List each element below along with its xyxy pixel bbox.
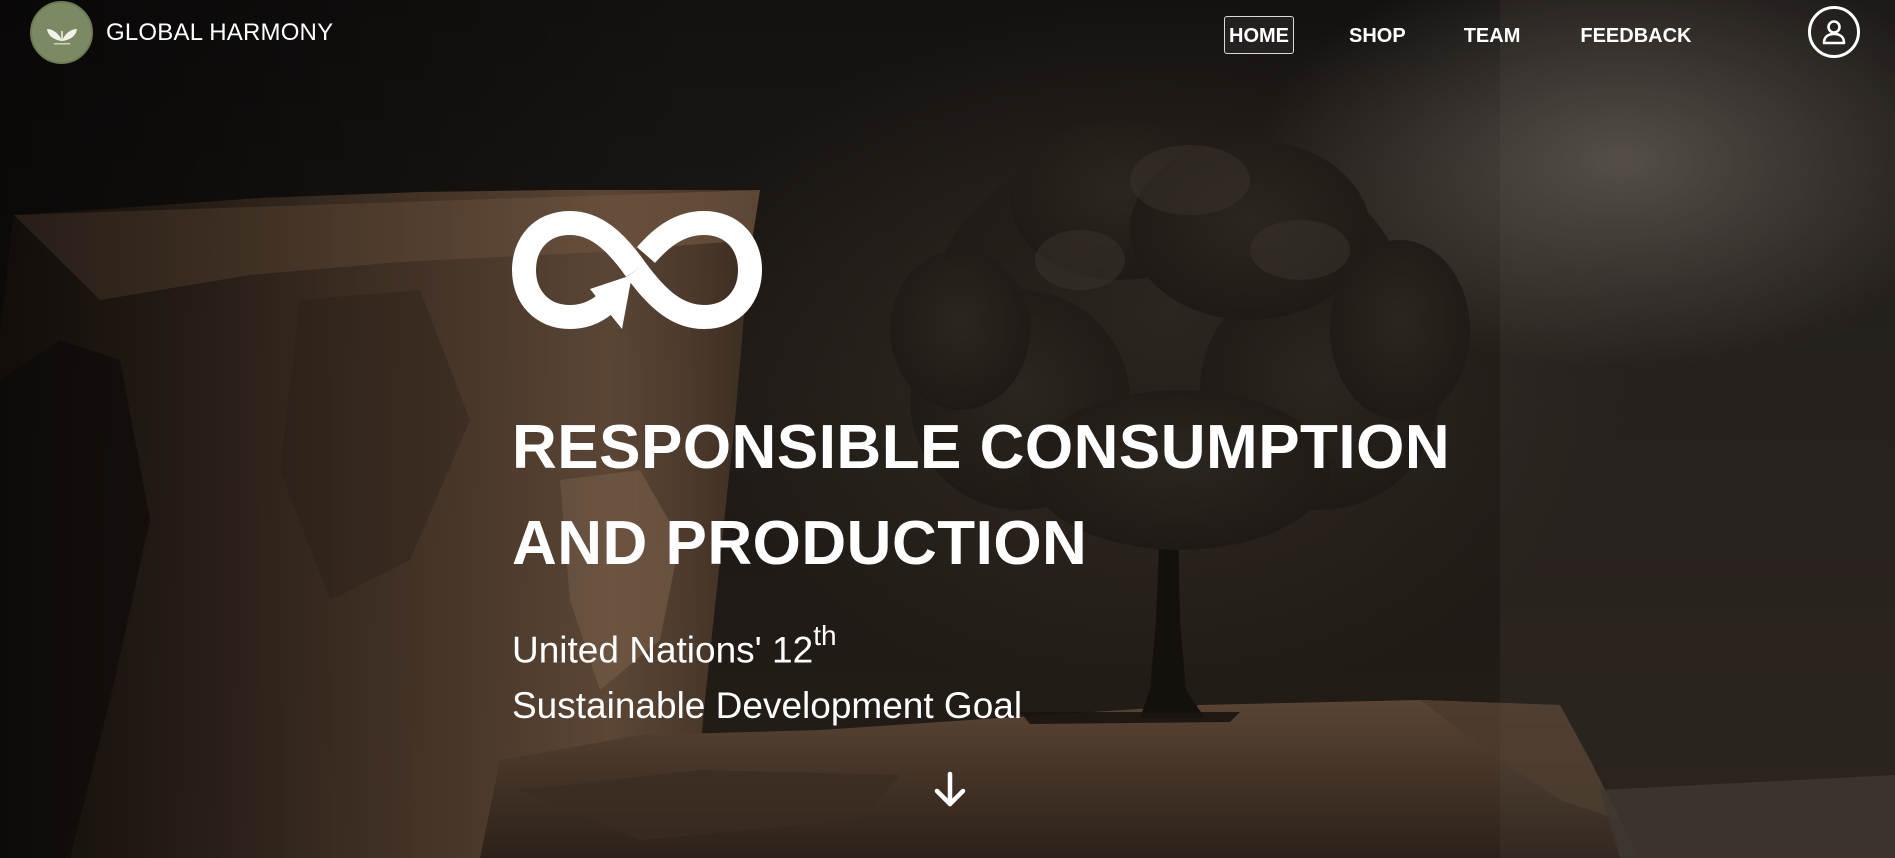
nav-link-feedback[interactable]: FEEDBACK: [1575, 16, 1696, 54]
site-header: GLOBAL HARMONY HOME SHOP TEAM FEEDBACK: [0, 0, 1895, 66]
title-line-1: RESPONSIBLE CONSUMPTION: [512, 413, 1451, 482]
hero-section: GLOBAL HARMONY HOME SHOP TEAM FEEDBACK R…: [0, 0, 1895, 858]
infinity-arrow-icon: [511, 210, 763, 330]
leaf-sprout-icon[interactable]: [30, 1, 93, 64]
subtitle-goal-number: United Nations' 12: [512, 629, 814, 671]
account-button[interactable]: [1808, 6, 1860, 58]
title-line-2: AND PRODUCTION: [512, 509, 1088, 578]
brand[interactable]: GLOBAL HARMONY: [30, 1, 333, 64]
nav-link-home[interactable]: HOME: [1224, 16, 1294, 54]
nav-link-team[interactable]: TEAM: [1459, 16, 1526, 54]
subtitle-line-1: United Nations' 12th: [512, 612, 1022, 678]
user-account-icon: [1822, 20, 1846, 45]
nav-link-shop[interactable]: SHOP: [1344, 16, 1411, 54]
arrow-down-icon[interactable]: [932, 770, 968, 810]
main-navigation: HOME SHOP TEAM FEEDBACK: [1224, 16, 1696, 54]
brand-name[interactable]: GLOBAL HARMONY: [106, 19, 333, 47]
hero-subtitle: United Nations' 12th Sustainable Develop…: [512, 612, 1022, 734]
page-title: RESPONSIBLE CONSUMPTION AND PRODUCTION: [512, 400, 1450, 592]
subtitle-ordinal-suffix: th: [813, 620, 837, 651]
subtitle-line-2: Sustainable Development Goal: [512, 685, 1023, 727]
